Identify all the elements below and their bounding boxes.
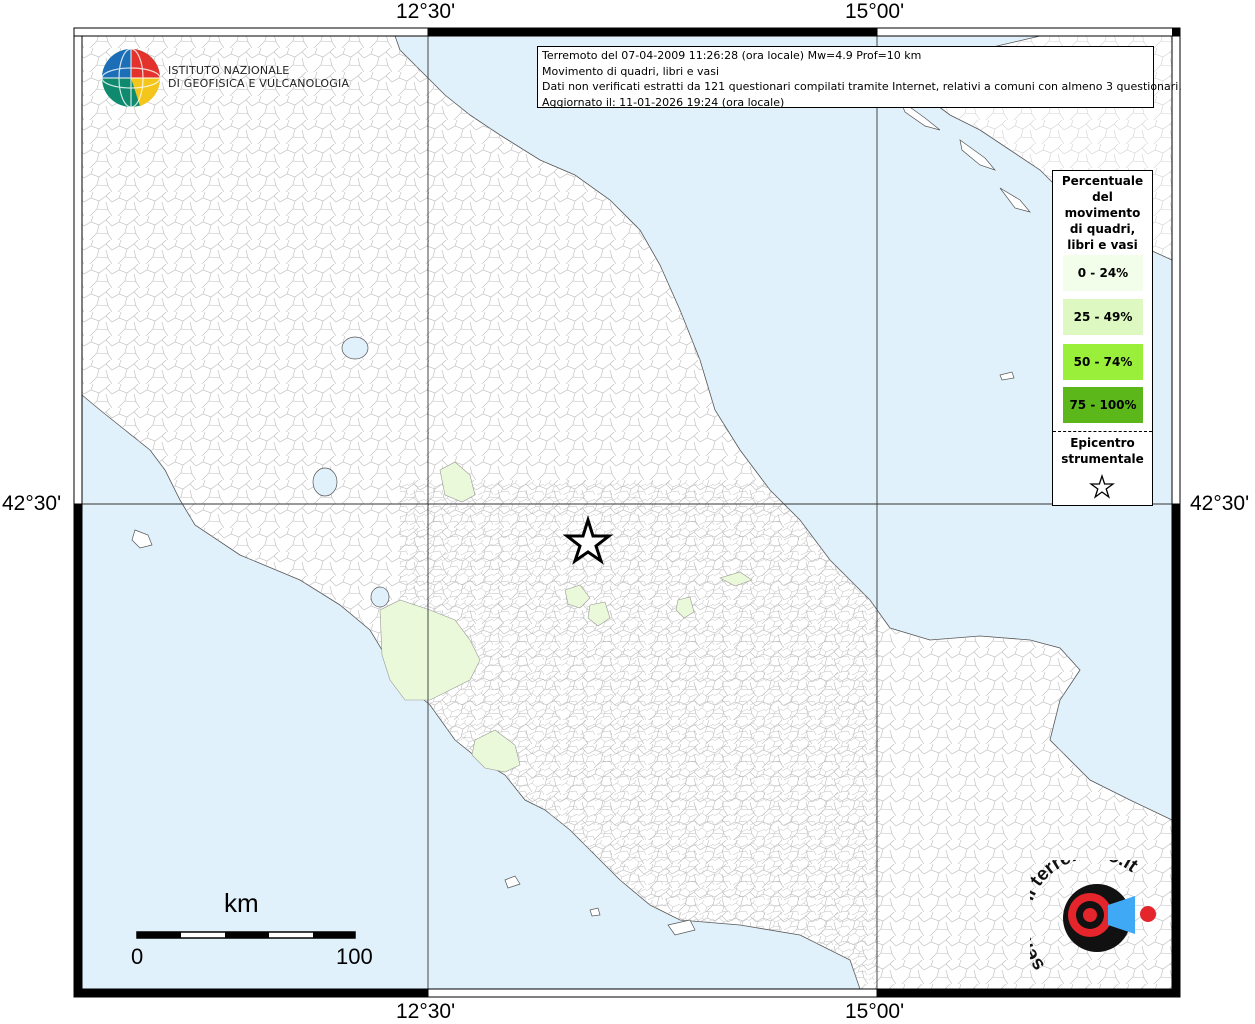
coord-top-right: 15°00' bbox=[845, 0, 905, 23]
ingv-line1: ISTITUTO NAZIONALE bbox=[168, 64, 290, 77]
legend-title-line: libri e vasi bbox=[1067, 238, 1138, 252]
legend-epicenter-line1: Epicentro bbox=[1070, 436, 1135, 450]
scale-min-label: 0 bbox=[131, 944, 144, 969]
frame-corner bbox=[1172, 28, 1180, 36]
ingv-globe-icon bbox=[101, 48, 161, 108]
scale-max-label: 100 bbox=[336, 944, 373, 969]
frame-bar-top bbox=[876, 27, 1181, 37]
legend-epicenter-line2: strumentale bbox=[1061, 452, 1144, 466]
frame-bar-left bbox=[73, 35, 83, 505]
lake-trasimeno bbox=[341, 336, 369, 360]
info-line4: Aggiornato il: 11-01-2026 19:24 (ora loc… bbox=[542, 95, 785, 109]
earthquake-info-box: Terremoto del 07-04-2009 11:26:28 (ora l… bbox=[537, 46, 1182, 109]
info-line2: Movimento di quadri, libri e vasi bbox=[542, 64, 720, 78]
info-line1: Terremoto del 07-04-2009 11:26:28 (ora l… bbox=[542, 49, 922, 62]
coord-bottom-left: 12°30' bbox=[396, 1000, 456, 1023]
frame-bar-top bbox=[428, 28, 877, 36]
legend-title-line: di quadri, bbox=[1069, 222, 1136, 236]
legend-title: Percentuale del movimento di quadri, lib… bbox=[1053, 171, 1152, 253]
legend-item-25-49: 25 - 49% bbox=[1063, 299, 1143, 335]
frame-bar-bottom bbox=[427, 988, 878, 998]
legend-item-50-74: 50 - 74% bbox=[1063, 344, 1143, 380]
scale-unit: km bbox=[224, 888, 259, 918]
coord-bottom-right: 15°00' bbox=[845, 1000, 905, 1023]
legend-item-75-100: 75 - 100% bbox=[1063, 387, 1143, 423]
coord-left: 42°30' bbox=[2, 492, 62, 515]
legend-title-line: Percentuale bbox=[1061, 174, 1144, 188]
ingv-line2: DI GEOFISICA E VULCANOLOGIA bbox=[168, 77, 350, 90]
frame-bar-top bbox=[73, 27, 429, 37]
coord-right: 42°30' bbox=[1190, 492, 1250, 515]
svg-text:sentito il terremoto.it: sentito il terremoto.it bbox=[1030, 860, 1142, 975]
info-line3: Dati non verificati estratti da 121 ques… bbox=[542, 80, 1182, 93]
frame-bar-right bbox=[1172, 504, 1180, 989]
legend-separator bbox=[1053, 431, 1152, 432]
lake-bracciano bbox=[370, 586, 390, 608]
frame-bar-left bbox=[74, 504, 82, 989]
legend: Percentuale del movimento di quadri, lib… bbox=[1052, 170, 1153, 506]
lake-bolsena bbox=[312, 467, 338, 497]
frame-bar-bottom bbox=[877, 989, 1180, 997]
scale-bar bbox=[136, 931, 356, 939]
coord-top-left: 12°30' bbox=[396, 0, 456, 23]
legend-item-0-24: 0 - 24% bbox=[1063, 255, 1143, 291]
ingv-logo-text: ISTITUTO NAZIONALE DI GEOFISICA E VULCAN… bbox=[168, 64, 349, 90]
frame-bar-bottom bbox=[74, 989, 428, 997]
haisentito-logo-text-icon: sentito il terremoto.it bbox=[1030, 860, 1142, 975]
legend-epicenter-label: Epicentro strumentale bbox=[1053, 435, 1152, 467]
legend-title-line: movimento bbox=[1064, 206, 1141, 220]
legend-title-line: del bbox=[1092, 190, 1113, 204]
frame-bar-right bbox=[1171, 35, 1181, 505]
legend-star-icon bbox=[1089, 474, 1115, 499]
